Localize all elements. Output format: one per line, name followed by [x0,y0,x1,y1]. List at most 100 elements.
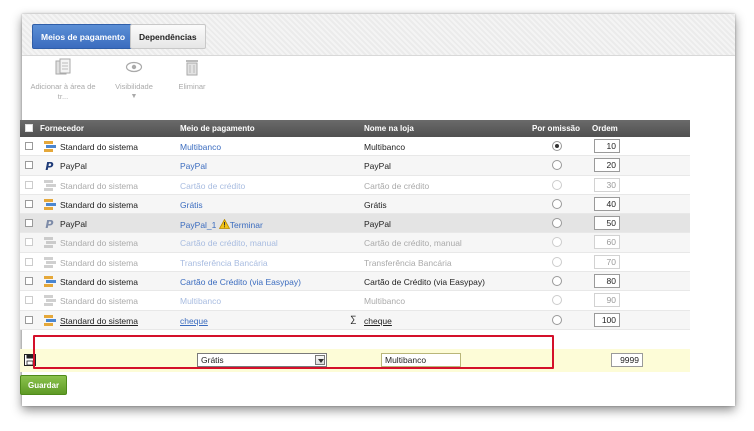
system-icon [44,198,56,210]
paypal-icon: P [45,160,53,171]
store-name: Cartão de crédito, manual [364,238,462,249]
provider-name: Standard do sistema [60,180,138,191]
payment-method-link[interactable]: Multibanco [180,296,221,306]
table-row[interactable]: P PayPal PayPal_1 Terminar PayPal 50 [20,214,690,234]
col-fornecedor: Fornecedor [40,124,85,133]
row-checkbox[interactable] [25,199,33,208]
delete-button[interactable]: Eliminar [170,52,214,92]
row-checkbox[interactable] [25,142,33,150]
default-radio[interactable] [552,237,562,248]
table-header: Fornecedor Meio de pagamento Nome na loj… [20,120,690,137]
visibility-label: Visibilidade [115,82,153,91]
clipboard-icon [55,58,71,75]
tab-dependencias[interactable]: Dependências [130,24,206,49]
default-radio[interactable] [552,295,562,306]
payment-method-link[interactable]: cheque [180,316,208,326]
default-radio[interactable] [552,256,562,267]
finish-link[interactable]: Terminar [230,220,263,230]
default-radio[interactable] [552,141,562,151]
provider-name: Standard do sistema [60,199,138,210]
default-radio[interactable] [552,276,562,287]
store-name: PayPal [364,219,391,230]
add-to-area-label: Adicionar à área de [30,82,96,91]
chevron-down-icon: ▼ [130,93,138,100]
order-input[interactable]: 50 [594,216,620,231]
provider-name: Standard do sistema [60,277,138,288]
select-all-checkbox[interactable] [25,124,33,132]
default-radio[interactable] [552,160,562,171]
payment-method-link[interactable]: Cartão de crédito, manual [180,238,278,248]
store-name: Multibanco [364,142,406,152]
system-icon [44,141,56,152]
default-radio[interactable] [552,218,562,229]
system-icon [44,237,56,249]
col-meio-pagamento: Meio de pagamento [180,124,255,133]
payment-method-link[interactable]: Cartão de crédito [180,181,245,191]
svg-text:P: P [45,218,53,229]
add-to-area-label-2: tr... [57,92,69,101]
default-radio[interactable] [552,198,562,209]
save-button[interactable]: Guardar [20,375,68,395]
provider-name: Standard do sistema [60,315,138,326]
system-icon [44,295,56,307]
table-row[interactable]: Standard do sistema Multibanco Multibanc… [20,291,690,311]
paypal-icon: P [45,218,53,229]
row-checkbox[interactable] [25,257,33,266]
order-input[interactable]: 70 [594,254,620,269]
order-input[interactable]: 30 [594,177,620,192]
default-radio[interactable] [552,314,562,325]
tab-meios-de-pagamento[interactable]: Meios de pagamento [32,24,135,49]
table-row[interactable]: Standard do sistema Transferência Bancár… [20,252,690,273]
order-input[interactable]: 60 [594,235,620,250]
row-checkbox[interactable] [25,161,33,170]
table-row[interactable]: Standard do sistema Cartão de Crédito (v… [20,272,690,292]
table-row[interactable]: P PayPal PayPal PayPal 20 [20,156,690,176]
table-row[interactable]: Standard do sistema Cartão de crédito, m… [20,233,690,253]
store-name: Transferência Bancária [364,257,452,268]
payment-method-link[interactable]: Multibanco [180,142,221,152]
store-name: Grátis [364,199,387,210]
payment-method-link[interactable]: PayPal [180,161,207,171]
row-checkbox[interactable] [25,238,33,247]
store-name: Cartão de crédito [364,180,430,191]
row-checkbox[interactable] [25,296,33,305]
payment-methods-table: Fornecedor Meio de pagamento Nome na loj… [20,120,690,330]
order-input[interactable]: 90 [594,293,620,308]
row-checkbox[interactable] [25,315,33,324]
sum-icon: ∑ [350,313,357,324]
table-row[interactable]: Standard do sistema Cartão de crédito Ca… [20,175,690,195]
provider-name: Standard do sistema [60,296,138,307]
order-input[interactable]: 100 [594,312,620,327]
col-ordem: Ordem [592,124,618,133]
provider-name: Standard do sistema [60,142,138,152]
table-row[interactable]: Standard do sistema Multibanco Multibanc… [20,137,690,157]
delete-label: Eliminar [178,82,206,91]
payment-method-link[interactable]: PayPal_1 Terminar [180,218,263,230]
row-checkbox[interactable] [25,219,33,228]
system-icon [44,179,56,191]
payment-method-link[interactable]: Grátis [180,200,203,210]
trash-icon [186,60,198,76]
table-row[interactable]: Standard do sistema Grátis Grátis 40 [20,194,690,215]
system-icon [44,256,56,268]
store-name: Cartão de Crédito (via Easypay) [364,277,485,288]
order-input[interactable]: 40 [594,196,620,211]
store-name: cheque [364,315,392,326]
row-checkbox[interactable] [25,277,33,286]
table-row[interactable]: Standard do sistema cheque ∑ cheque 100 [20,310,690,330]
add-to-area-button[interactable]: Adicionar à área de tr... [26,52,100,102]
order-input-new[interactable]: 9999 [611,353,643,367]
default-radio[interactable] [552,179,562,190]
row-checkbox[interactable] [25,180,33,189]
order-input[interactable]: 20 [594,158,620,173]
order-input[interactable]: 10 [594,139,620,153]
svg-text:P: P [45,160,53,171]
provider-name: Standard do sistema [60,238,138,249]
provider-name: Standard do sistema [60,257,138,268]
provider-name: PayPal [60,161,87,172]
payment-method-link[interactable]: Cartão de Crédito (via Easypay) [180,277,301,287]
payment-method-link[interactable]: Transferência Bancária [180,258,268,268]
visibility-button[interactable]: Visibilidade ▼ [104,52,164,102]
system-icon [44,276,56,288]
order-input[interactable]: 80 [594,274,620,289]
